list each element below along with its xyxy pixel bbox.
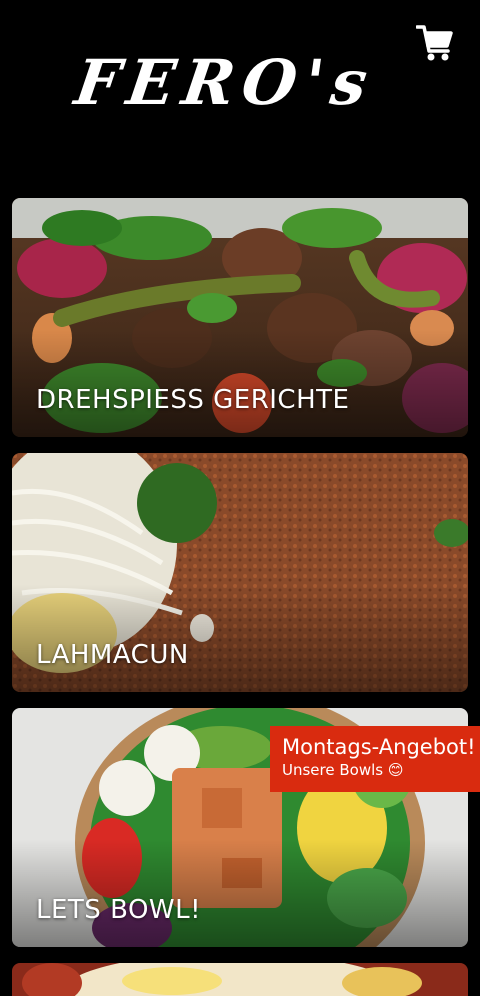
header: FERO's	[0, 0, 480, 198]
food-image-card-4	[12, 963, 468, 996]
shopping-cart-icon[interactable]	[415, 24, 454, 62]
category-label: LAHMACUN	[36, 640, 189, 670]
category-card-drehspiess[interactable]: DREHSPIESS GERICHTE	[12, 198, 468, 437]
category-label: DREHSPIESS GERICHTE	[36, 385, 350, 415]
page: FERO's DREHSPIESS GERICHTE LAHMACUN LETS…	[0, 0, 480, 996]
promo-banner[interactable]: Montags-Angebot! Unsere Bowls 😊	[270, 726, 480, 792]
category-label: LETS BOWL!	[36, 895, 202, 925]
brand-logo[interactable]: FERO's	[0, 46, 454, 119]
promo-title: Montags-Angebot!	[282, 735, 476, 759]
category-card-4[interactable]	[12, 963, 468, 996]
promo-subtitle: Unsere Bowls 😊	[282, 761, 404, 779]
category-card-lahmacun[interactable]: LAHMACUN	[12, 453, 468, 692]
